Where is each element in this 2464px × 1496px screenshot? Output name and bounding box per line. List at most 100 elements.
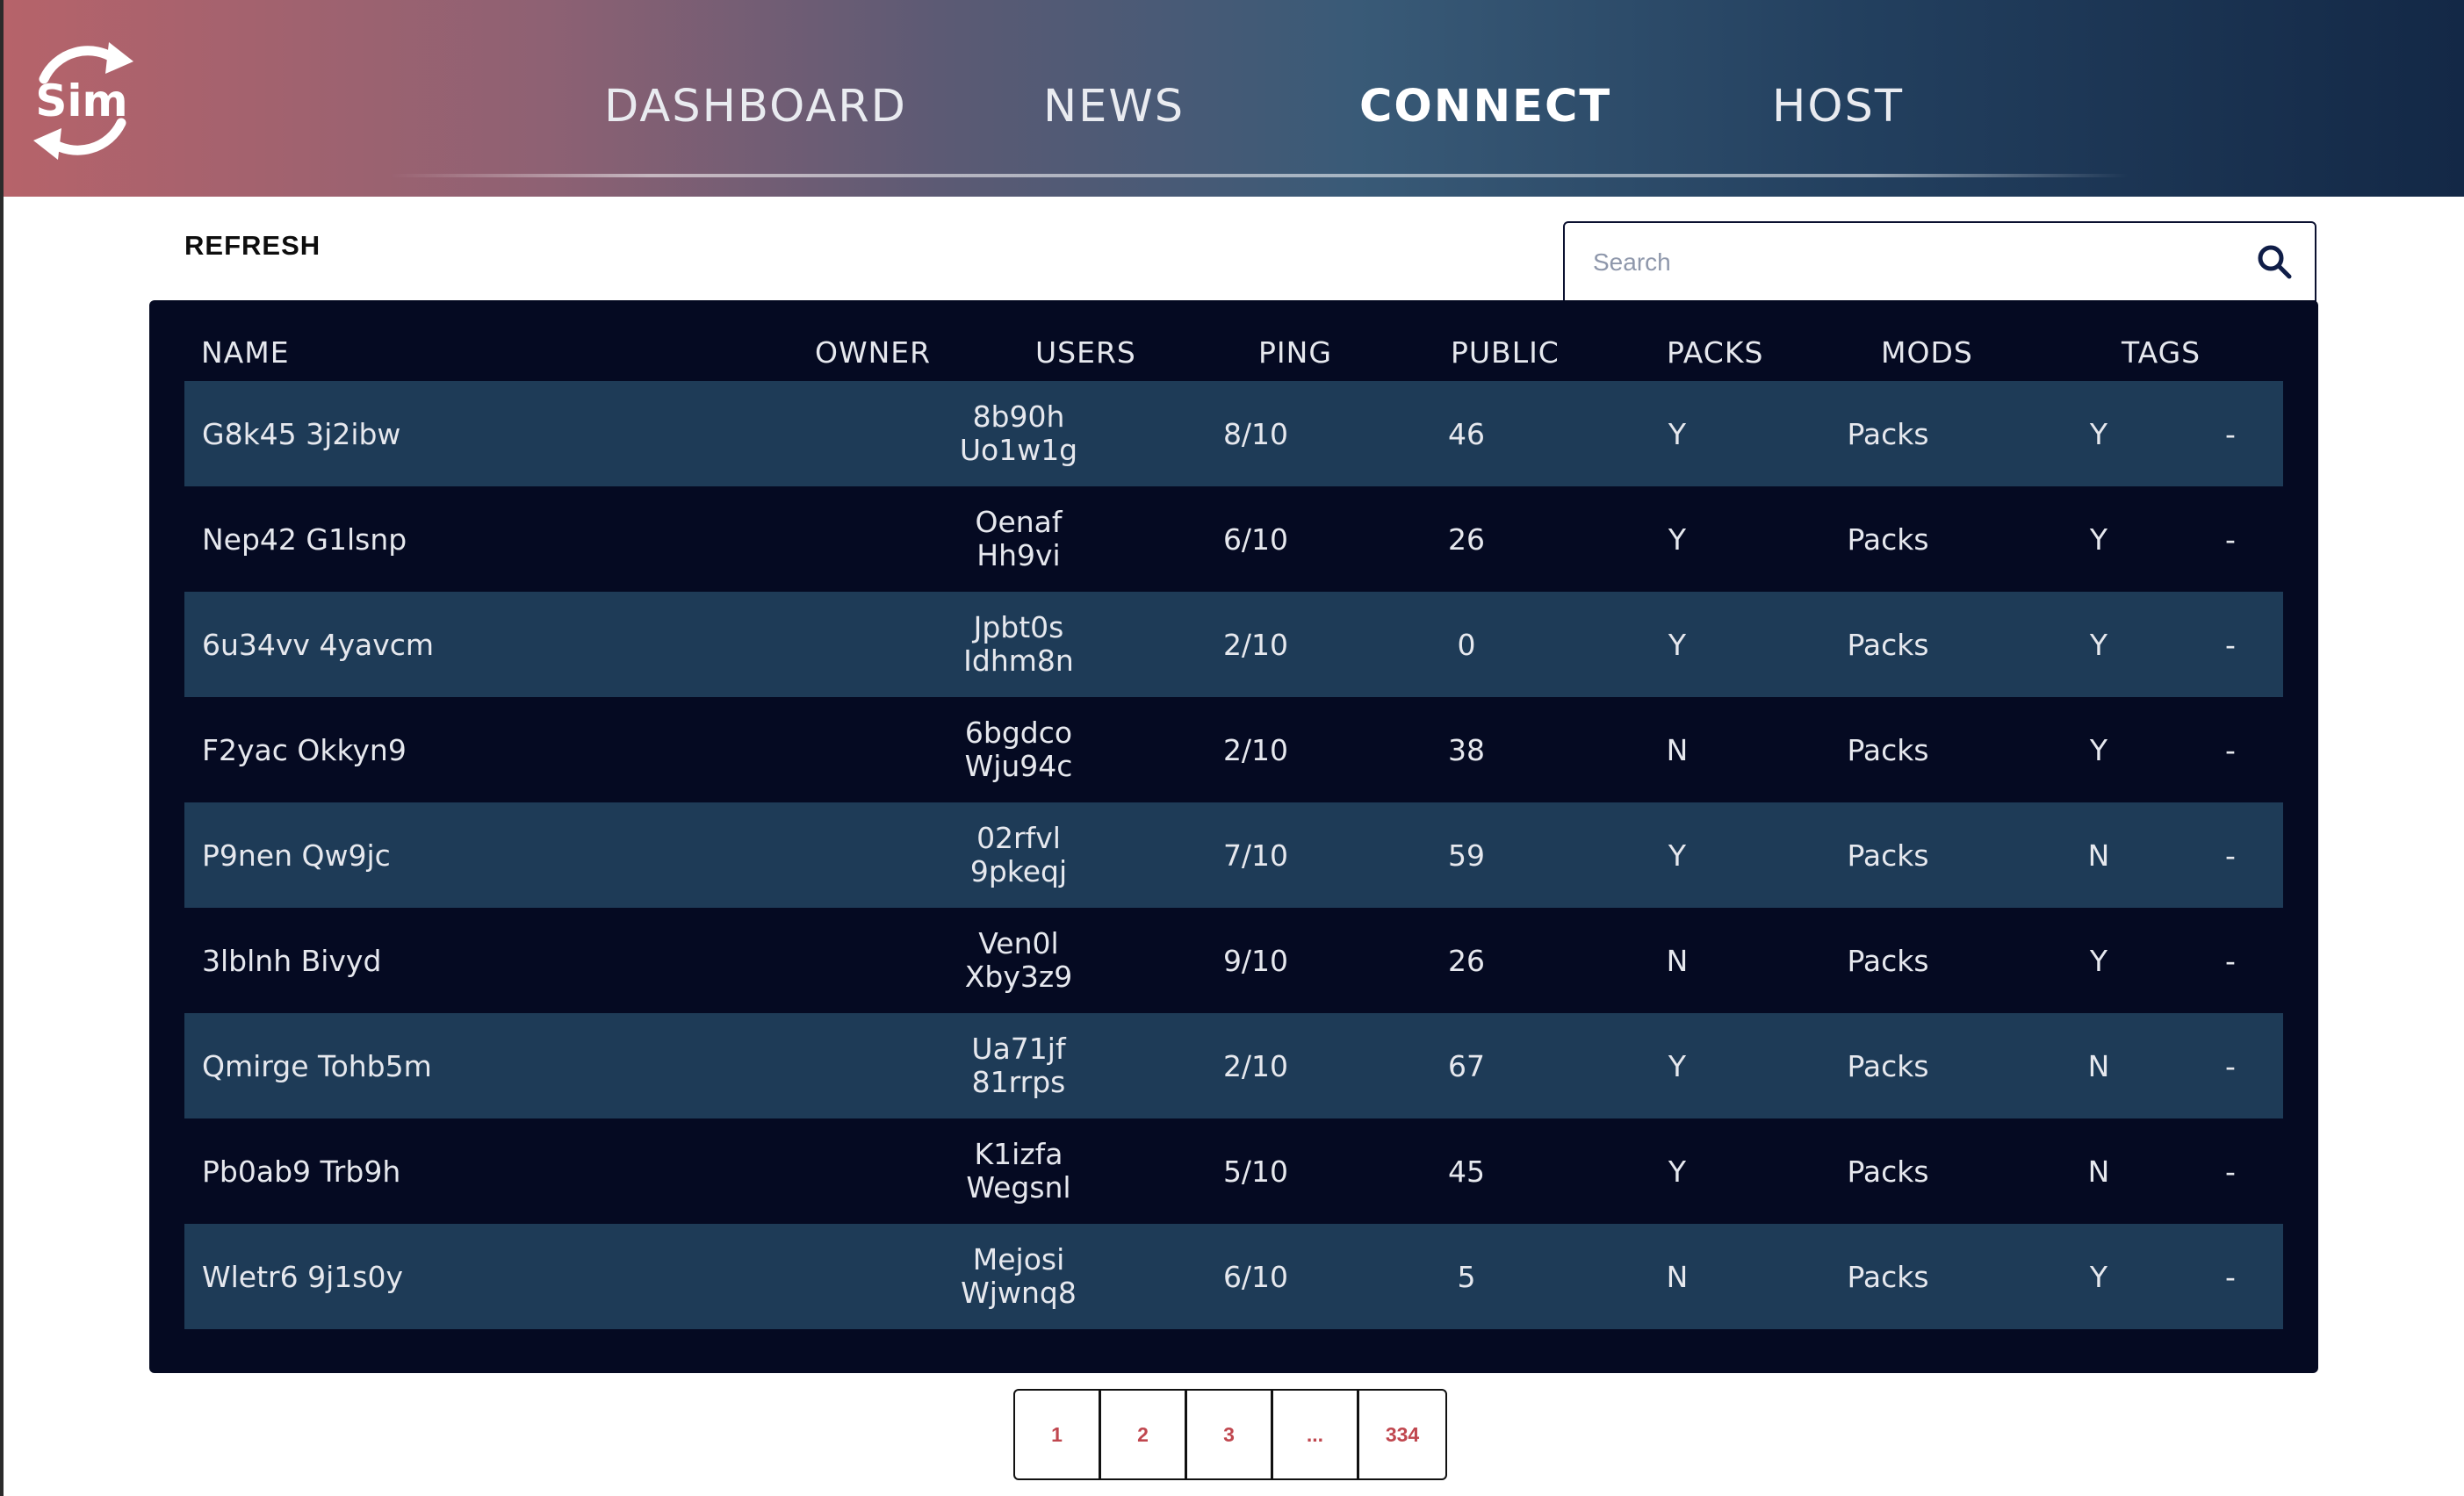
packs-cell[interactable]: Packs <box>1783 381 1993 486</box>
owner-line: 81rrps <box>971 1065 1066 1099</box>
column-header-packs[interactable]: PACKS <box>1667 335 1763 370</box>
server-name: G8k45 3j2ibw <box>202 416 401 451</box>
logo-text: Sim <box>35 76 127 126</box>
packs-cell[interactable]: Packs <box>1783 1224 1993 1329</box>
table-row[interactable]: Nep42 G1lsnp Oenaf Hh9vi 6/10 26 Y Packs… <box>184 486 2283 592</box>
sim-logo[interactable]: Sim <box>18 35 149 167</box>
public-cell: N <box>1666 943 1689 978</box>
table-row[interactable]: Pb0ab9 Trb9h K1izfa Wegsnl 5/10 45 Y Pac… <box>184 1118 2283 1224</box>
page-button-last[interactable]: 334 <box>1359 1391 1445 1478</box>
ping-cell: 0 <box>1457 627 1476 662</box>
column-header-ping[interactable]: PING <box>1258 335 1332 370</box>
tags-cell: - <box>2225 416 2236 451</box>
owner-line: Wju94c <box>964 749 1073 783</box>
owner-line: Hh9vi <box>976 538 1061 572</box>
owner-line: Idhm8n <box>963 644 1074 678</box>
nav-connect[interactable]: CONNECT <box>1359 81 1611 133</box>
pagination: 1 2 3 ... 334 <box>1013 1389 1447 1480</box>
owner-line: 02rfvl <box>976 821 1061 855</box>
table-row[interactable]: G8k45 3j2ibw 8b90h Uo1w1g 8/10 46 Y Pack… <box>184 381 2283 486</box>
tags-cell: - <box>2225 521 2236 557</box>
column-header-tags[interactable]: TAGS <box>2122 335 2201 370</box>
owner-line: Xby3z9 <box>964 960 1073 994</box>
window-edge <box>0 0 4 1496</box>
ping-cell: 26 <box>1448 943 1485 978</box>
ping-cell: 45 <box>1448 1154 1485 1189</box>
nav-dashboard[interactable]: DASHBOARD <box>604 81 907 133</box>
column-header-public[interactable]: PUBLIC <box>1451 335 1560 370</box>
tags-cell: - <box>2225 732 2236 767</box>
owner-line: Jpbt0s <box>973 610 1064 644</box>
users-cell: 6/10 <box>1222 1259 1289 1294</box>
server-name: 3lblnh Bivyd <box>202 943 382 978</box>
tags-cell: - <box>2225 1154 2236 1189</box>
refresh-button[interactable]: REFRESH <box>184 230 321 262</box>
owner-cell: Mejosi Wjwnq8 <box>913 1224 1124 1329</box>
page-ellipsis[interactable]: ... <box>1273 1391 1359 1478</box>
tags-cell: - <box>2225 627 2236 662</box>
public-cell: Y <box>1668 627 1687 662</box>
public-cell: Y <box>1668 416 1687 451</box>
table-row[interactable]: Wletr6 9j1s0y Mejosi Wjwnq8 6/10 5 N Pac… <box>184 1224 2283 1329</box>
table-row[interactable]: Qmirge Tohb5m Ua71jf 81rrps 2/10 67 Y Pa… <box>184 1013 2283 1118</box>
nav-host[interactable]: HOST <box>1772 81 1904 133</box>
ping-cell: 26 <box>1448 521 1485 557</box>
table-row[interactable]: P9nen Qw9jc 02rfvl 9pkeqj 7/10 59 Y Pack… <box>184 802 2283 908</box>
server-name: Nep42 G1lsnp <box>202 521 407 557</box>
packs-cell[interactable]: Packs <box>1783 697 1993 802</box>
owner-line: Wjwnq8 <box>961 1276 1077 1310</box>
server-name: P9nen Qw9jc <box>202 838 391 873</box>
owner-line: Mejosi <box>972 1242 1065 1277</box>
public-cell: N <box>1666 732 1689 767</box>
owner-line: 9pkeqj <box>969 854 1068 888</box>
owner-cell: 6bgdco Wju94c <box>913 697 1124 802</box>
owner-line: Ven0l <box>978 926 1059 960</box>
column-header-mods[interactable]: MODS <box>1881 335 1973 370</box>
ping-cell: 59 <box>1448 838 1485 873</box>
public-cell: Y <box>1668 1048 1687 1083</box>
column-header-owner[interactable]: OWNER <box>815 335 931 370</box>
users-cell: 7/10 <box>1222 838 1289 873</box>
owner-line: 6bgdco <box>964 716 1073 750</box>
ping-cell: 46 <box>1448 416 1485 451</box>
ping-cell: 38 <box>1448 732 1485 767</box>
ping-cell: 67 <box>1448 1048 1485 1083</box>
sync-logo-icon: Sim <box>33 42 133 160</box>
search-box <box>1563 221 2316 302</box>
packs-cell[interactable]: Packs <box>1783 1118 1993 1224</box>
owner-cell: Oenaf Hh9vi <box>913 486 1124 592</box>
owner-line: 8b90h <box>972 399 1065 434</box>
packs-cell[interactable]: Packs <box>1783 802 1993 908</box>
server-name: 6u34vv 4yavcm <box>202 627 435 662</box>
server-name: F2yac Okkyn9 <box>202 732 407 767</box>
owner-line: Ua71jf <box>971 1032 1066 1066</box>
users-cell: 2/10 <box>1222 732 1289 767</box>
packs-cell[interactable]: Packs <box>1783 592 1993 697</box>
packs-cell[interactable]: Packs <box>1783 486 1993 592</box>
packs-cell[interactable]: Packs <box>1783 1013 1993 1118</box>
table-row[interactable]: 3lblnh Bivyd Ven0l Xby3z9 9/10 26 N Pack… <box>184 908 2283 1013</box>
page-button-2[interactable]: 2 <box>1101 1391 1187 1478</box>
server-name: Qmirge Tohb5m <box>202 1048 432 1083</box>
owner-cell: 8b90h Uo1w1g <box>913 381 1124 486</box>
users-cell: 6/10 <box>1222 521 1289 557</box>
table-row[interactable]: 6u34vv 4yavcm Jpbt0s Idhm8n 2/10 0 Y Pac… <box>184 592 2283 697</box>
page-button-1[interactable]: 1 <box>1015 1391 1101 1478</box>
search-input[interactable] <box>1591 242 2227 283</box>
nav-news[interactable]: NEWS <box>1043 81 1185 133</box>
users-cell: 2/10 <box>1222 627 1289 662</box>
owner-line: Uo1w1g <box>959 433 1078 467</box>
table-row[interactable]: F2yac Okkyn9 6bgdco Wju94c 2/10 38 N Pac… <box>184 697 2283 802</box>
search-icon[interactable] <box>2255 242 2294 281</box>
column-header-name[interactable]: NAME <box>201 335 290 370</box>
tags-cell: - <box>2225 1048 2236 1083</box>
public-cell: Y <box>1668 1154 1687 1189</box>
owner-line: Oenaf <box>975 505 1063 539</box>
owner-cell: Ven0l Xby3z9 <box>913 908 1124 1013</box>
packs-cell[interactable]: Packs <box>1783 908 1993 1013</box>
page-button-3[interactable]: 3 <box>1187 1391 1273 1478</box>
users-cell: 9/10 <box>1222 943 1289 978</box>
column-header-users[interactable]: USERS <box>1035 335 1136 370</box>
server-name: Pb0ab9 Trb9h <box>202 1154 401 1189</box>
owner-cell: 02rfvl 9pkeqj <box>913 802 1124 908</box>
